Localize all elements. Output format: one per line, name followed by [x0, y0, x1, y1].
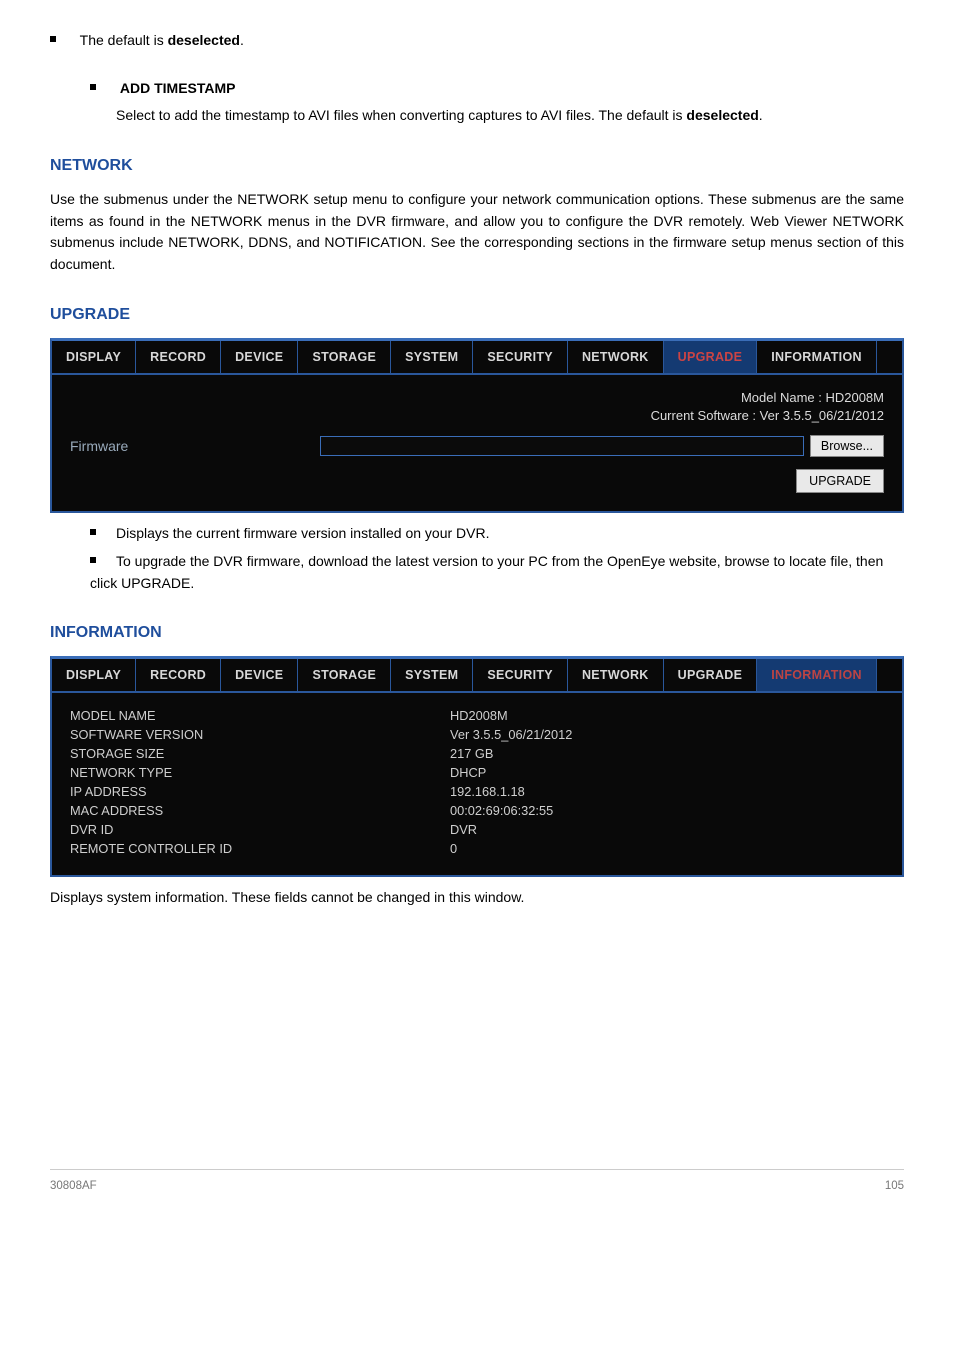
text: The default is — [80, 32, 168, 48]
text: . — [759, 107, 763, 123]
text-bold: deselected — [168, 32, 240, 48]
info-key: IP ADDRESS — [70, 783, 450, 800]
add-timestamp-block: ADD TIMESTAMP — [90, 78, 904, 100]
network-intro: Use the submenus under the NETWORK setup… — [50, 189, 904, 276]
tab-bar: DISPLAY RECORD DEVICE STORAGE SYSTEM SEC… — [52, 341, 902, 375]
bullet-icon — [50, 36, 56, 42]
info-key: MODEL NAME — [70, 707, 450, 724]
info-key: NETWORK TYPE — [70, 764, 450, 781]
browse-button[interactable]: Browse... — [810, 435, 884, 457]
bullet-icon — [90, 557, 96, 563]
firmware-path-input[interactable] — [320, 436, 804, 456]
information-panel: DISPLAY RECORD DEVICE STORAGE SYSTEM SEC… — [50, 656, 904, 877]
tab-record[interactable]: RECORD — [136, 341, 221, 373]
info-grid: MODEL NAMEHD2008M SOFTWARE VERSIONVer 3.… — [70, 707, 884, 857]
info-key: MAC ADDRESS — [70, 802, 450, 819]
information-desc: Displays system information. These field… — [50, 887, 904, 909]
bullet-icon — [90, 529, 96, 535]
info-val: 00:02:69:06:32:55 — [450, 802, 884, 819]
tab-display[interactable]: DISPLAY — [52, 659, 136, 691]
upgrade-bullet-2: To upgrade the DVR firmware, download th… — [90, 551, 904, 594]
tab-bar: DISPLAY RECORD DEVICE STORAGE SYSTEM SEC… — [52, 659, 902, 693]
info-key: STORAGE SIZE — [70, 745, 450, 762]
current-software-line: Current Software : Ver 3.5.5_06/21/2012 — [70, 407, 884, 425]
tab-upgrade[interactable]: UPGRADE — [664, 341, 758, 373]
tab-network[interactable]: NETWORK — [568, 341, 664, 373]
page-footer: 30808AF 105 — [50, 1169, 904, 1202]
info-val: 217 GB — [450, 745, 884, 762]
model-name-line: Model Name : HD2008M — [70, 389, 884, 407]
tab-security[interactable]: SECURITY — [473, 341, 568, 373]
text: . — [240, 32, 244, 48]
firmware-label: Firmware — [70, 438, 320, 454]
note-default-1: The default is deselected. — [50, 30, 904, 52]
info-val: HD2008M — [450, 707, 884, 724]
upgrade-bullet-1: Displays the current firmware version in… — [90, 523, 904, 545]
footer-left: 30808AF — [50, 1180, 97, 1192]
tab-network[interactable]: NETWORK — [568, 659, 664, 691]
heading-network: NETWORK — [50, 157, 904, 175]
upgrade-panel: DISPLAY RECORD DEVICE STORAGE SYSTEM SEC… — [50, 338, 904, 513]
upgrade-button[interactable]: UPGRADE — [796, 469, 884, 493]
info-key: REMOTE CONTROLLER ID — [70, 840, 450, 857]
text: To upgrade the DVR firmware, download th… — [90, 553, 883, 591]
footer-right: 105 — [885, 1180, 904, 1192]
info-val: DHCP — [450, 764, 884, 781]
text: Select to add the timestamp to AVI files… — [116, 107, 686, 123]
tab-device[interactable]: DEVICE — [221, 341, 298, 373]
text-bold: deselected — [686, 107, 758, 123]
tab-system[interactable]: SYSTEM — [391, 659, 473, 691]
tab-information[interactable]: INFORMATION — [757, 341, 877, 373]
info-val: 192.168.1.18 — [450, 783, 884, 800]
text: Displays the current firmware version in… — [116, 525, 489, 541]
info-val: Ver 3.5.5_06/21/2012 — [450, 726, 884, 743]
tab-display[interactable]: DISPLAY — [52, 341, 136, 373]
label-add-timestamp: ADD TIMESTAMP — [120, 80, 236, 96]
bullet-icon — [90, 84, 96, 90]
info-val: DVR — [450, 821, 884, 838]
tab-system[interactable]: SYSTEM — [391, 341, 473, 373]
heading-upgrade: UPGRADE — [50, 306, 904, 324]
info-val: 0 — [450, 840, 884, 857]
add-timestamp-desc: Select to add the timestamp to AVI files… — [116, 105, 904, 127]
tab-record[interactable]: RECORD — [136, 659, 221, 691]
tab-information[interactable]: INFORMATION — [757, 659, 877, 691]
tab-upgrade[interactable]: UPGRADE — [664, 659, 758, 691]
tab-storage[interactable]: STORAGE — [298, 341, 391, 373]
info-key: SOFTWARE VERSION — [70, 726, 450, 743]
tab-storage[interactable]: STORAGE — [298, 659, 391, 691]
info-key: DVR ID — [70, 821, 450, 838]
tab-security[interactable]: SECURITY — [473, 659, 568, 691]
heading-information: INFORMATION — [50, 624, 904, 642]
tab-device[interactable]: DEVICE — [221, 659, 298, 691]
